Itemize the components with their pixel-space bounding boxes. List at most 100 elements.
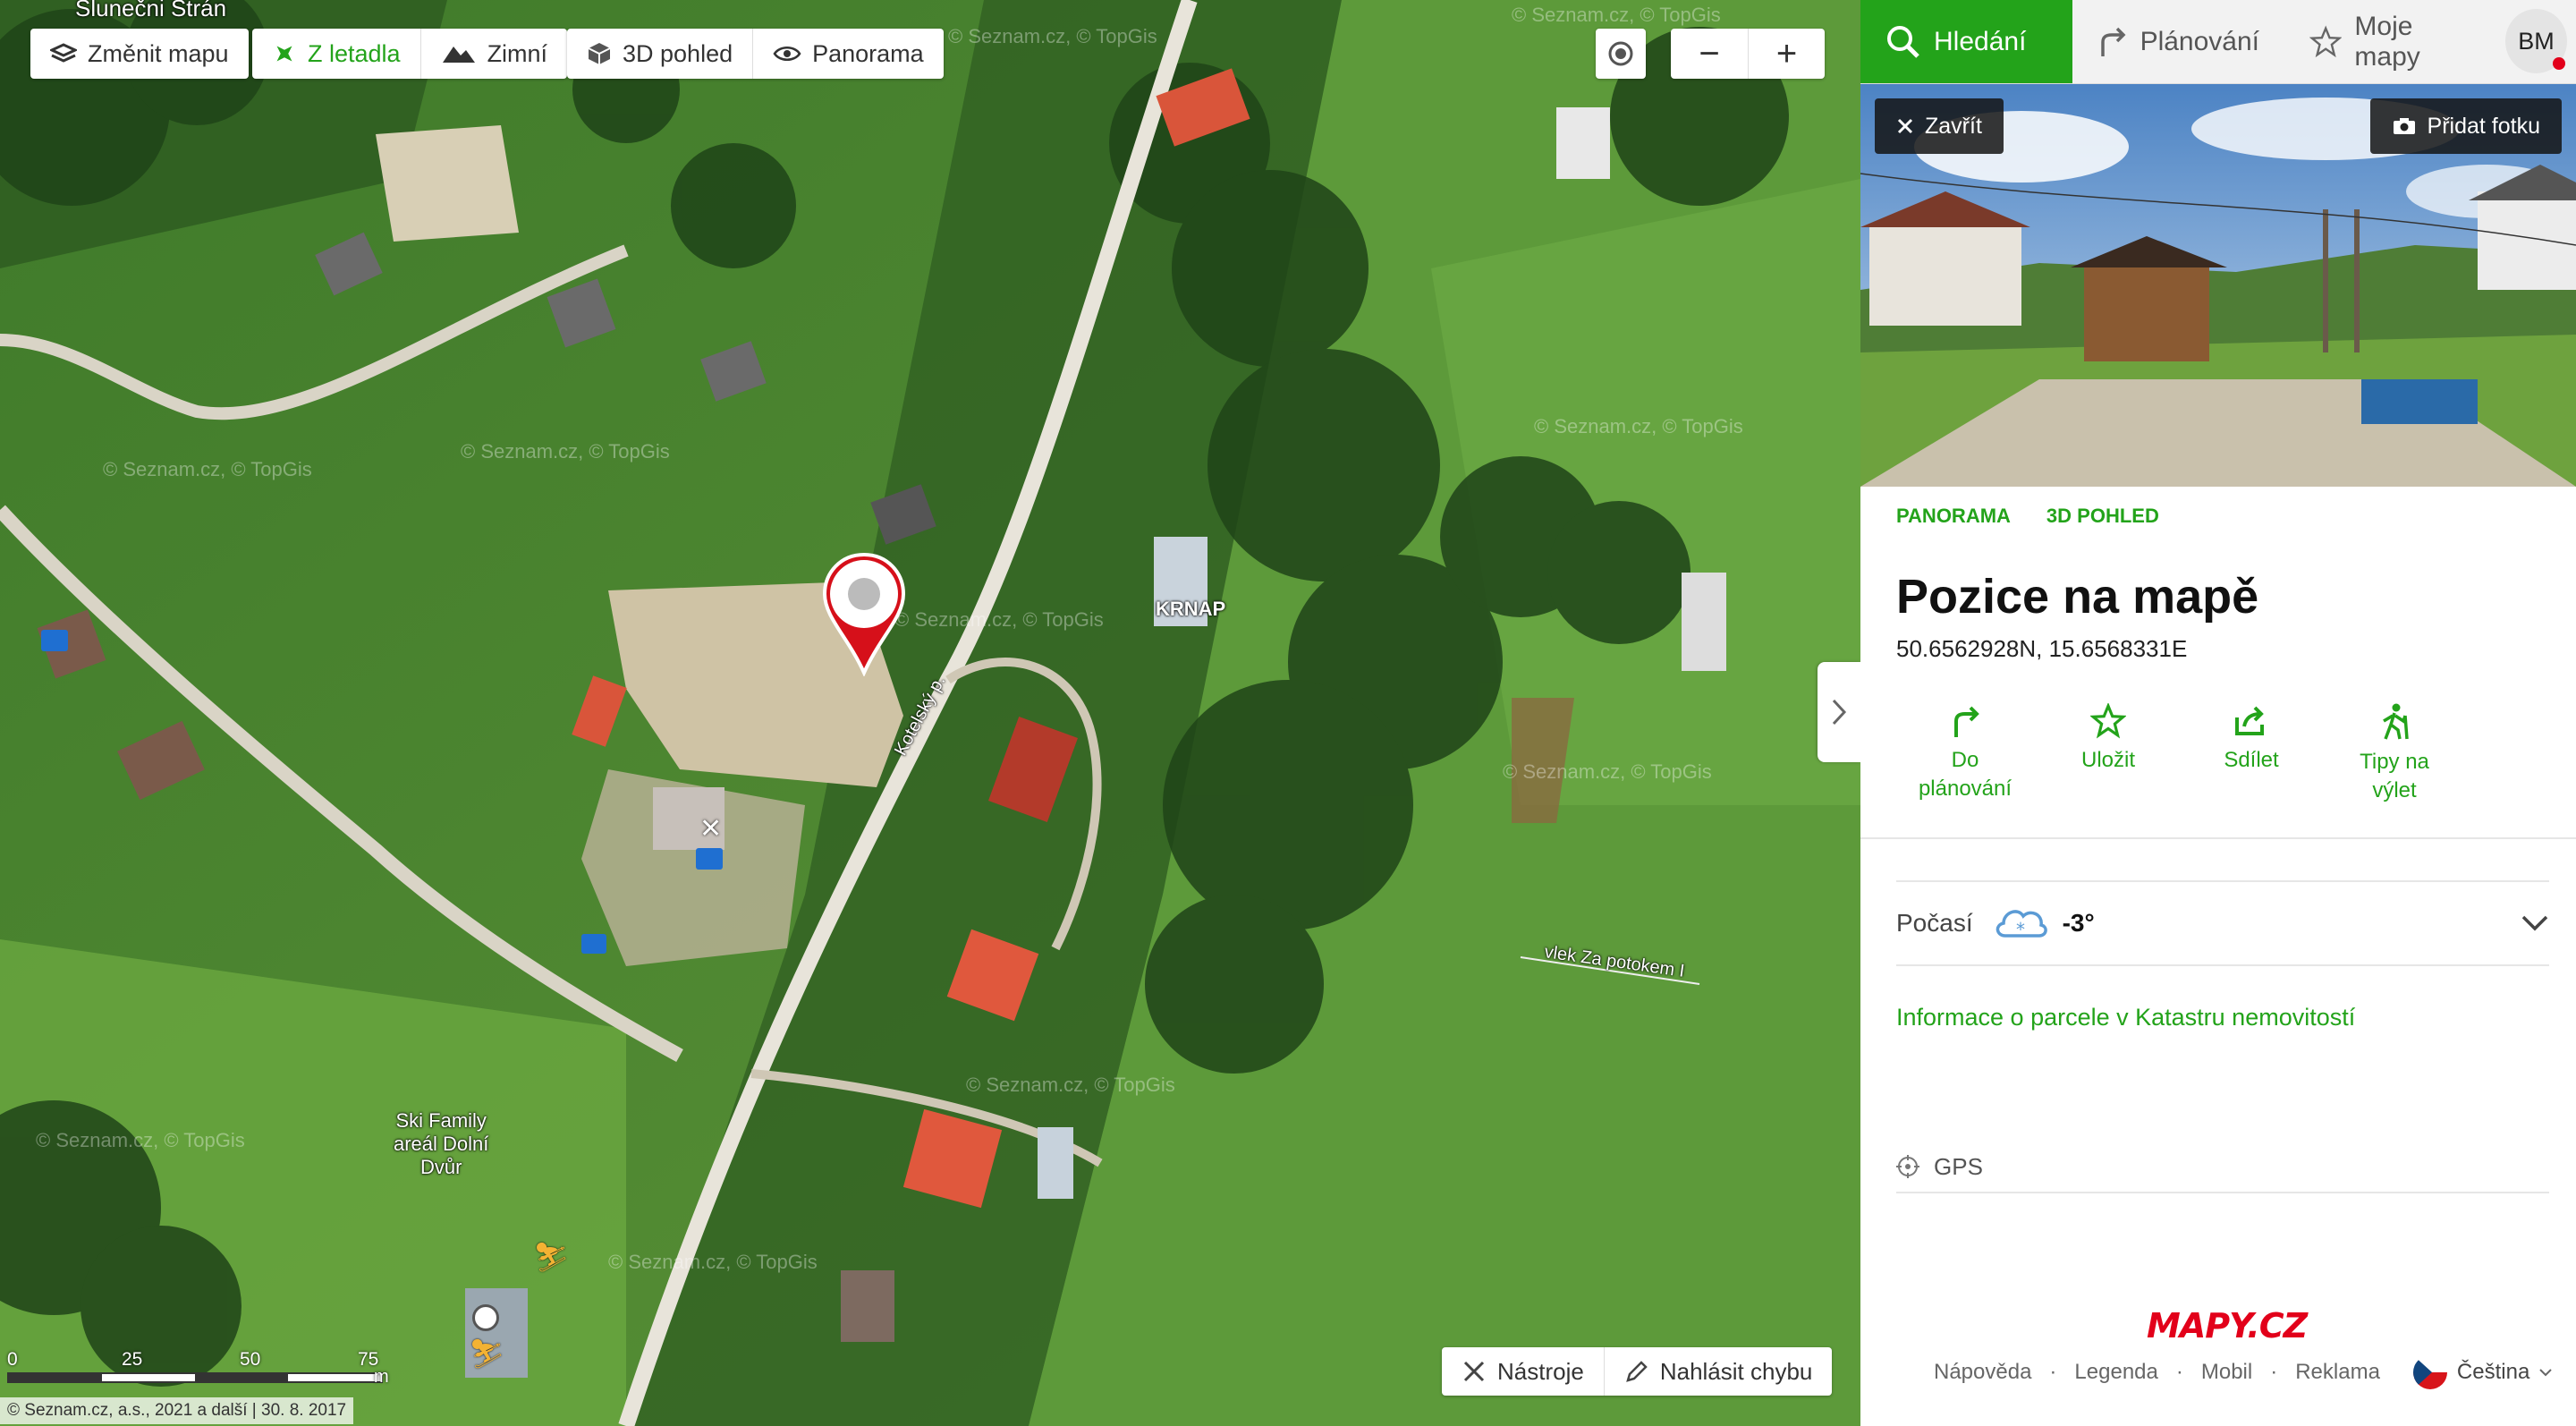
zoom-in-button[interactable]: + xyxy=(1748,29,1825,79)
cube-icon xyxy=(588,43,611,64)
view-switcher: 3D pohled Panorama xyxy=(567,29,944,79)
tab-planning-label: Plánování xyxy=(2140,26,2259,56)
3d-view-label: 3D pohled xyxy=(623,39,733,67)
footer-separator: · xyxy=(2049,1360,2057,1384)
footer-separator: · xyxy=(2175,1360,2183,1384)
map-scale: 0 25 50 75 m xyxy=(7,1349,392,1387)
map-watermark: © Seznam.cz, © TopGis xyxy=(103,458,312,480)
zoom-out-button[interactable]: − xyxy=(1671,29,1748,79)
trip-tips-label-line: Tipy na xyxy=(2360,750,2429,774)
change-map-label: Změnit mapu xyxy=(88,39,229,67)
mobile-link[interactable]: Mobil xyxy=(2201,1360,2252,1385)
scale-tick: 0 xyxy=(7,1349,18,1370)
user-avatar[interactable]: BM xyxy=(2504,9,2568,73)
coordinates[interactable]: 50.6562928N, 15.6568331E xyxy=(1896,635,2187,663)
ski-lift-icon[interactable] xyxy=(472,1304,499,1331)
close-icon xyxy=(1897,118,1913,134)
help-link[interactable]: Nápověda xyxy=(1934,1360,2031,1385)
report-error-button[interactable]: Nahlásit chybu xyxy=(1603,1347,1833,1396)
tab-my-maps[interactable]: Moje mapy xyxy=(2284,0,2505,83)
3d-view-button[interactable]: 3D pohled xyxy=(567,29,752,79)
map-watermark: © Seznam.cz, © TopGis xyxy=(608,1251,818,1273)
mapy-logo[interactable]: MAPY.CZ xyxy=(2147,1306,2308,1345)
route-arrow-icon xyxy=(2100,27,2126,56)
scale-tick: 50 xyxy=(240,1349,261,1370)
map-watermark: © Seznam.cz, © TopGis xyxy=(1534,415,1743,437)
language-label: Čeština xyxy=(2456,1360,2530,1384)
pencil-icon xyxy=(1626,1361,1648,1382)
add-to-planning-label-line: Do xyxy=(1951,748,1979,772)
hiker-icon xyxy=(2383,703,2409,740)
krnap-label[interactable]: KRNAP xyxy=(1156,598,1225,621)
save-button[interactable]: Uložit xyxy=(2037,703,2180,775)
scale-tick: 25 xyxy=(122,1349,143,1370)
report-error-label: Nahlásit chybu xyxy=(1659,1357,1813,1385)
3d-view-link[interactable]: 3D POHLED xyxy=(2046,505,2159,528)
gps-label: GPS xyxy=(1934,1152,1983,1180)
svg-text:*: * xyxy=(2016,919,2025,940)
locate-icon xyxy=(1608,41,1633,66)
map-watermark: © Seznam.cz, © TopGis xyxy=(461,440,670,463)
restaurant-icon[interactable]: ✕ xyxy=(699,816,722,843)
winter-map-button[interactable]: Zimní xyxy=(419,29,568,79)
page-title: Pozice na mapě xyxy=(1896,570,2259,624)
map-watermark: © Seznam.cz, © TopGis xyxy=(966,1074,1175,1096)
ski-icon[interactable]: ⛷ xyxy=(469,1337,505,1371)
location-pin-icon[interactable] xyxy=(821,551,907,676)
share-button[interactable]: Sdílet xyxy=(2180,703,2323,775)
tab-planning[interactable]: Plánování xyxy=(2072,0,2284,83)
panorama-photo[interactable]: Zavřít Přidat fotku xyxy=(1860,84,2576,487)
map-watermark: © Seznam.cz, © TopGis xyxy=(1512,4,1721,26)
chevron-down-icon xyxy=(2539,1369,2553,1377)
gps-row[interactable]: GPS xyxy=(1896,1142,2549,1193)
footer: Nápověda · Legenda · Mobil · Reklama Češ… xyxy=(1934,1354,2553,1390)
crosshair-icon xyxy=(1896,1155,1919,1178)
panorama-link[interactable]: PANORAMA xyxy=(1896,505,2011,528)
tab-search-label: Hledání xyxy=(1934,26,2027,56)
add-photo-button[interactable]: Přidat fotku xyxy=(2369,98,2562,154)
legend-link[interactable]: Legenda xyxy=(2074,1360,2157,1385)
side-panel: Hledání Plánování Moje mapy BM Zavřít Př… xyxy=(1860,0,2576,1426)
aerial-map-button[interactable]: Z letadla xyxy=(252,29,420,79)
tab-search[interactable]: Hledání xyxy=(1860,0,2072,83)
map-watermark: © Seznam.cz, © TopGis xyxy=(894,608,1104,631)
panel-toggle-button[interactable] xyxy=(1818,662,1860,762)
aerial-map[interactable]: © Seznam.cz, © TopGis © Seznam.cz, © Top… xyxy=(0,0,1860,1426)
camera-icon xyxy=(2393,118,2415,134)
footer-separator: · xyxy=(2270,1360,2278,1384)
weather-row[interactable]: Počasí * -3° xyxy=(1896,880,2549,966)
language-selector[interactable]: Čeština xyxy=(2412,1354,2553,1390)
ski-icon[interactable]: ⛷ xyxy=(533,1240,570,1274)
action-bar: Do plánování Uložit Sdílet Tipy na výlet xyxy=(1860,703,2576,811)
hotel-icon[interactable] xyxy=(696,848,723,870)
map-type-switcher: Z letadla Zimní xyxy=(252,29,568,79)
place-label[interactable]: Slunečni Strán xyxy=(75,0,226,22)
tools-icon xyxy=(1463,1361,1485,1382)
map-copyright[interactable]: © Seznam.cz, a.s., 2021 a další | 30. 8.… xyxy=(0,1397,354,1424)
hotel-icon[interactable] xyxy=(41,630,68,651)
close-label: Zavřít xyxy=(1925,113,1982,139)
tab-my-maps-label: Moje mapy xyxy=(2354,11,2420,72)
close-panorama-button[interactable]: Zavřít xyxy=(1875,98,2004,154)
change-map-button[interactable]: Změnit mapu xyxy=(30,29,249,79)
tools-button[interactable]: Nástroje xyxy=(1442,1347,1604,1396)
bus-stop-icon[interactable] xyxy=(581,934,606,954)
locate-me-button[interactable] xyxy=(1596,29,1646,79)
scale-unit: m xyxy=(374,1367,389,1387)
map-watermark: © Seznam.cz, © TopGis xyxy=(36,1129,245,1151)
mountains-icon xyxy=(442,47,475,63)
ski-area-label[interactable]: Ski Family areál Dolní Dvůr xyxy=(394,1109,488,1179)
avatar-initials: BM xyxy=(2518,27,2555,55)
share-icon xyxy=(2235,706,2264,735)
trip-tips-button[interactable]: Tipy na výlet xyxy=(2323,703,2466,805)
add-to-planning-button[interactable]: Do plánování xyxy=(1894,703,2037,803)
ads-link[interactable]: Reklama xyxy=(2295,1360,2380,1385)
ski-area-label-line: Ski Family xyxy=(395,1109,487,1132)
cadastre-link[interactable]: Informace o parcele v Katastru nemovitos… xyxy=(1896,1004,2355,1031)
route-arrow-icon xyxy=(1954,706,1979,737)
view-links: PANORAMA 3D POHLED xyxy=(1896,505,2159,528)
add-photo-label: Přidat fotku xyxy=(2427,113,2540,139)
panorama-button[interactable]: Panorama xyxy=(752,29,944,79)
notification-dot xyxy=(2553,57,2566,70)
airplane-icon xyxy=(276,46,292,62)
